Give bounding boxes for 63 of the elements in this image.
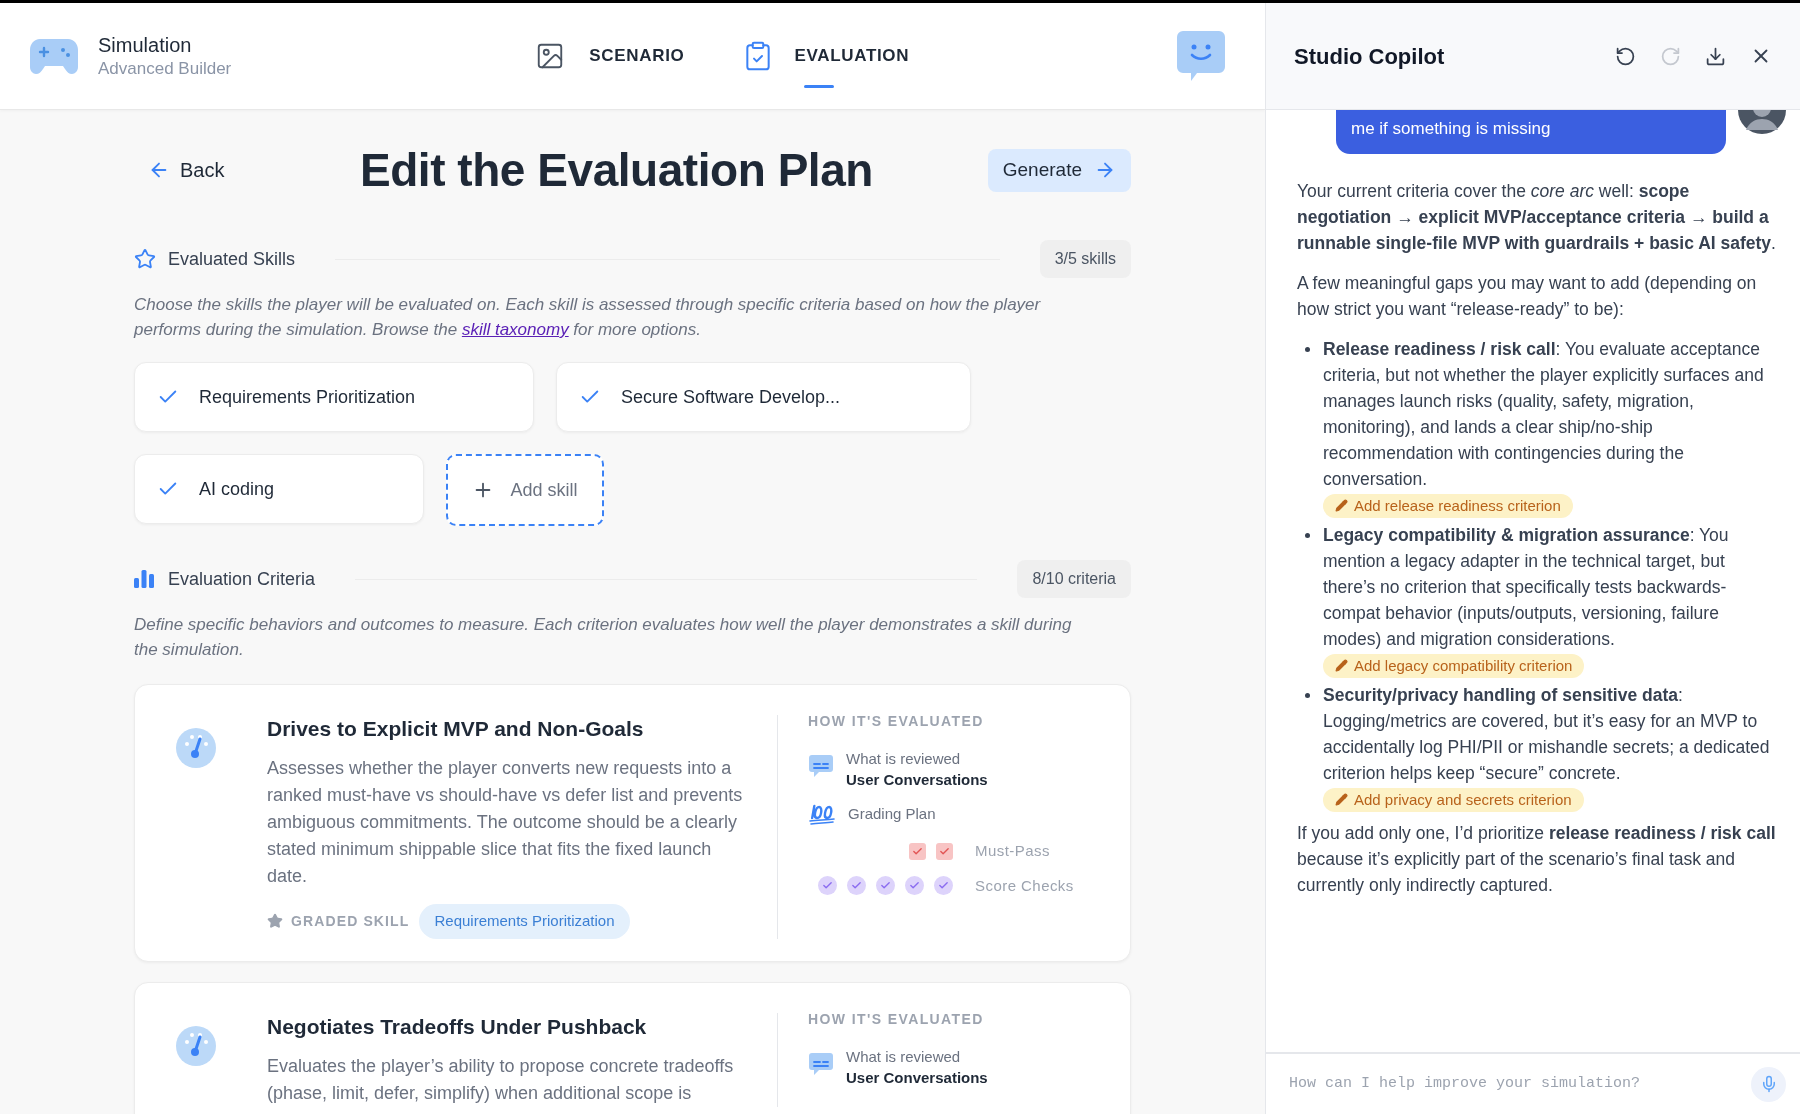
- app-title: Simulation: [98, 33, 193, 58]
- panel-title: Studio Copilot: [1294, 42, 1445, 71]
- assistant-paragraph: Your current criteria cover the core arc well: scope negotiation → explicit MVP/acceptance criteria → build a runnable single-file MVP with guardrails + basic AI safety.: [1297, 179, 1776, 255]
- bullet-text: Legacy compatibility & migration assurance: You mention a legacy adapter in the technical target, but there’s no criterion that specifically tests backwards-compat behavior (inputs/outputs, versioning, failure modes) and migration considerations.: [1323, 523, 1730, 651]
- criterion-description: Assesses whether the player converts new requests into a ranked must-have vs should-have vs defer list and prevents ambiguous commitments. The outcome should be a clearly stated minimum shippable slice that fits the fixed launch date.: [267, 757, 744, 888]
- reviewed-value: User Conversations: [846, 1067, 988, 1088]
- skill-card[interactable]: Requirements Prioritization: [134, 362, 534, 432]
- pencil-icon: [1335, 659, 1348, 672]
- gauge-icon: [175, 1024, 217, 1067]
- star-icon: [267, 913, 283, 930]
- graded-skill-label: GRADED SKILL: [291, 911, 410, 931]
- download-button[interactable]: [1705, 45, 1726, 67]
- suggestion-chip[interactable]: Add legacy compatibility criterion: [1323, 653, 1585, 678]
- grading-plan-label: Grading Plan: [848, 803, 936, 824]
- criterion-description: Evaluates the player’s ability to propose concrete tradeoffs (phase, limit, defer, simplify) when additional scope is: [267, 1054, 735, 1105]
- back-button[interactable]: Back: [134, 155, 360, 185]
- smiley-chat-icon[interactable]: [1177, 31, 1225, 81]
- section-label: HOW IT'S EVALUATED: [808, 712, 985, 731]
- generate-button[interactable]: Generate: [987, 148, 1131, 192]
- section-title: Evaluated Skills: [168, 247, 296, 271]
- pencil-icon: [1335, 793, 1348, 806]
- chat-input[interactable]: How can I help improve your simulation?: [1289, 1072, 1751, 1096]
- skill-name: Requirements Prioritization: [199, 385, 416, 409]
- must-pass-label: Must-Pass: [975, 841, 1050, 861]
- skill-name: AI coding: [199, 477, 275, 501]
- hundred-points-icon: [808, 802, 836, 826]
- pencil-icon: [1335, 499, 1348, 512]
- bar-chart-icon: [134, 570, 154, 588]
- count-badge: 8/10 criteria: [1017, 560, 1131, 598]
- gauge-icon: [175, 727, 217, 769]
- section-description: Define specific behaviors and outcomes to measure. Each criterion evaluates how well the player demonstrates a skill during the simulation.: [134, 614, 1073, 661]
- reviewed-label: What is reviewed: [846, 749, 962, 769]
- undo-button[interactable]: [1615, 45, 1636, 67]
- assistant-paragraph: If you add only one, I’d prioritize release readiness / risk call because it’s explicitly part of the scenario’s final task and currently only indirectly captured.: [1297, 821, 1776, 897]
- bullet-text: Security/privacy handling of sensitive data: Logging/metrics are covered, but it’s easy for an MVP to accidentally log PHI/PII or mishandle secrets; a dedicated criterion helps keep “secure” concrete.: [1323, 683, 1771, 785]
- criterion-title: Drives to Explicit MVP and Non-Goals: [267, 716, 645, 742]
- section-label: HOW IT'S EVALUATED: [808, 1009, 985, 1029]
- skill-name: Secure Software Develop...: [621, 385, 841, 409]
- user-message: me if something is missing: [1336, 110, 1726, 154]
- section-description: Choose the skills the player will be evaluated on. Each skill is assessed through specific criteria based on how the player performs during the simulation. Browse the skill taxonomy for more options.: [134, 294, 1042, 341]
- page-title: Edit the Evaluation Plan: [360, 142, 873, 198]
- nav-tab[interactable]: EVALUATION: [742, 26, 910, 86]
- bullet-text: Release readiness / risk call: You evaluate acceptance criteria, but not whether the player explicitly surfaces and manages launch risks (quality, safety, migration, monitoring), and lands a clear ship/no-ship recommendation with contingencies during the conversation.: [1323, 337, 1765, 491]
- suggestion-chip[interactable]: Add release readiness criterion: [1323, 493, 1573, 518]
- reviewed-label: What is reviewed: [846, 1046, 962, 1067]
- chat-icon: [808, 752, 834, 778]
- add-skill-button[interactable]: Add skill: [446, 454, 604, 526]
- app-subtitle: Advanced Builder: [98, 58, 232, 80]
- star-icon: [134, 248, 156, 270]
- section-title: Evaluation Criteria: [168, 567, 316, 591]
- nav-tab[interactable]: SCENARIO: [531, 26, 685, 86]
- avatar: [1738, 110, 1786, 134]
- skill-tag: Requirements Prioritization: [419, 904, 630, 939]
- suggestion-chip[interactable]: Add privacy and secrets criterion: [1323, 787, 1584, 812]
- gamepad-icon: [30, 37, 78, 75]
- score-checks-label: Score Checks: [975, 875, 1074, 896]
- taxonomy-link[interactable]: skill taxonomy: [461, 320, 569, 339]
- assistant-paragraph: A few meaningful gaps you may want to add (depending on how strict you want “release-ready” to be):: [1297, 271, 1758, 321]
- reviewed-value: User Conversations: [846, 770, 988, 790]
- skill-card[interactable]: Secure Software Develop...: [556, 362, 971, 432]
- count-badge: 3/5 skills: [1039, 240, 1131, 278]
- criterion-title: Negotiates Tradeoffs Under Pushback: [267, 1013, 648, 1040]
- skill-card[interactable]: AI coding: [134, 454, 424, 524]
